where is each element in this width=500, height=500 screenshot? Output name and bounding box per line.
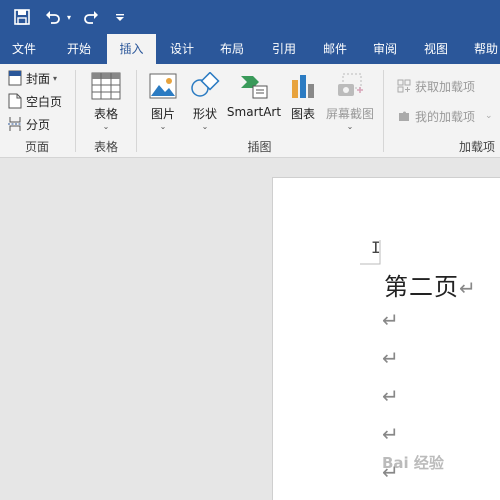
chart-icon	[287, 70, 319, 102]
my-addins-label: 我的加载项	[415, 109, 476, 124]
tab-file[interactable]: 文件	[0, 34, 48, 64]
page-break-icon	[7, 116, 23, 132]
group-divider	[383, 70, 384, 152]
shapes-button[interactable]: 形状 ⌄	[188, 70, 222, 131]
smartart-label: SmartArt	[226, 105, 282, 119]
chevron-down-icon: ▾	[66, 12, 71, 22]
text-cursor-icon: I	[371, 238, 381, 257]
paragraph-mark[interactable]: ↵	[382, 308, 399, 332]
tab-insert[interactable]: 插入	[107, 34, 156, 65]
document-heading[interactable]: 第二页↵	[384, 267, 477, 302]
save-button[interactable]	[8, 0, 36, 34]
undo-button[interactable]	[42, 0, 64, 34]
blank-page-icon	[7, 93, 23, 109]
tab-mailings[interactable]: 邮件	[313, 34, 357, 64]
pictures-button[interactable]: 图片 ⌄	[146, 70, 180, 131]
pictures-label: 图片	[150, 107, 175, 121]
addins-icon	[396, 108, 412, 124]
heading-text: 第二页	[384, 273, 459, 301]
tab-design[interactable]: 设计	[160, 34, 204, 64]
screenshot-button[interactable]: 屏幕截图 ⌄	[324, 70, 376, 131]
get-addins-button[interactable]: 获取加载项	[396, 76, 475, 96]
page-break-button[interactable]: 分页	[7, 114, 50, 134]
tab-review[interactable]: 审阅	[363, 34, 407, 64]
chevron-down-icon: ▾	[53, 73, 58, 83]
table-label: 表格	[93, 107, 118, 121]
shapes-icon	[189, 70, 221, 102]
undo-dropdown[interactable]: ▾	[64, 0, 74, 34]
pages-group-label: 页面	[24, 140, 49, 154]
tables-group-label: 表格	[93, 140, 118, 154]
title-bar: ▾	[0, 0, 500, 34]
chevron-down-icon: ⌄	[102, 122, 110, 131]
chevron-down-icon: ⌄	[159, 122, 167, 131]
shapes-label: 形状	[192, 107, 217, 121]
smartart-icon	[238, 70, 270, 102]
watermark: Bai 经验	[382, 454, 444, 472]
paragraph-mark[interactable]: ↵	[382, 422, 399, 446]
get-addins-label: 获取加载项	[415, 79, 476, 94]
chevron-down-icon: ⌄	[201, 122, 209, 131]
tab-help[interactable]: 帮助	[466, 34, 500, 64]
tab-layout[interactable]: 布局	[210, 34, 254, 64]
chart-label: 图表	[290, 107, 315, 121]
cover-page-button[interactable]: 封面 ▾	[7, 68, 57, 88]
table-icon	[90, 70, 122, 102]
chevron-down-icon: ⌄	[346, 122, 354, 131]
paragraph-mark[interactable]: ↵	[382, 346, 399, 370]
picture-icon	[147, 70, 179, 102]
table-button[interactable]: 表格 ⌄	[86, 70, 126, 131]
tab-view[interactable]: 视图	[414, 34, 458, 64]
ribbon-tabs: 文件 开始 插入 设计 布局 引用 邮件 审阅 视图 帮助	[0, 34, 500, 65]
tab-home[interactable]: 开始	[56, 34, 102, 64]
undo-icon	[45, 9, 61, 25]
illustrations-group-label: 插图	[247, 140, 272, 154]
paragraph-mark[interactable]: ↵	[382, 384, 399, 408]
cover-page-label: 封面	[26, 71, 51, 86]
redo-button[interactable]	[80, 0, 102, 34]
chevron-down-icon: ⌄	[485, 111, 493, 121]
tab-references[interactable]: 引用	[262, 34, 306, 64]
cover-page-icon	[7, 70, 23, 86]
customize-qat-button[interactable]	[112, 0, 128, 34]
blank-page-label: 空白页	[26, 94, 63, 109]
screenshot-icon	[334, 70, 366, 102]
screenshot-label: 屏幕截图	[325, 107, 374, 121]
smartart-button[interactable]: SmartArt	[226, 70, 282, 119]
save-icon	[14, 9, 30, 25]
paragraph-mark: ↵	[459, 276, 477, 300]
redo-icon	[83, 9, 99, 25]
store-icon	[396, 78, 412, 94]
ribbon-insert-panel: 封面 ▾ 空白页 分页 页面 表格 ⌄ 表格 图片 ⌄ 形状 ⌄ SmartAr…	[0, 64, 500, 158]
blank-page-button[interactable]: 空白页	[7, 91, 62, 111]
customize-qat-icon	[115, 12, 125, 22]
chart-button[interactable]: 图表	[286, 70, 320, 122]
page-break-label: 分页	[26, 117, 51, 132]
addins-group-label: 加载项	[458, 140, 495, 154]
my-addins-button[interactable]: 我的加载项 ⌄	[396, 106, 493, 126]
